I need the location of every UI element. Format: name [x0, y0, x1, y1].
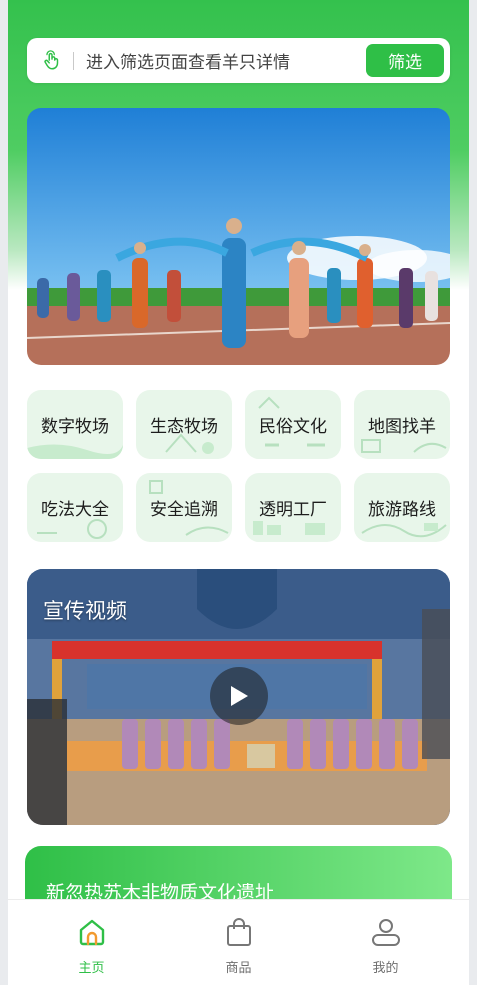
category-eco-ranch[interactable]: 生态牧场 [136, 390, 232, 459]
tab-home[interactable]: 主页 [47, 900, 137, 985]
category-label: 数字牧场 [41, 417, 109, 437]
category-label: 透明工厂 [259, 500, 327, 520]
search-placeholder[interactable]: 进入筛选页面查看羊只详情 [86, 48, 366, 73]
category-folk-culture[interactable]: 民俗文化 [245, 390, 341, 459]
category-digital-ranch[interactable]: 数字牧场 [27, 390, 123, 459]
category-traceability[interactable]: 安全追溯 [136, 473, 232, 542]
bottom-tab-bar: 主页 商品 我的 [8, 899, 469, 985]
category-recipes[interactable]: 吃法大全 [27, 473, 123, 542]
filter-button[interactable]: 筛选 [366, 44, 444, 77]
category-label: 民俗文化 [259, 417, 327, 437]
banner-illustration [27, 108, 450, 365]
shopping-bag-icon [226, 918, 251, 946]
user-icon [371, 919, 400, 946]
promo-video[interactable]: 宣传视频 [27, 569, 450, 825]
category-label: 安全追溯 [150, 500, 218, 520]
pointer-hand-icon [44, 49, 59, 70]
tab-label: 主页 [78, 961, 105, 976]
banner-image[interactable] [27, 108, 450, 365]
category-label: 生态牧场 [150, 417, 218, 437]
category-travel-route[interactable]: 旅游路线 [354, 473, 450, 542]
category-map-find-sheep[interactable]: 地图找羊 [354, 390, 450, 459]
search-divider [73, 51, 74, 70]
tab-label: 我的 [372, 961, 399, 976]
category-label: 吃法大全 [41, 500, 109, 520]
video-title: 宣传视频 [43, 599, 127, 623]
play-icon [231, 686, 248, 706]
category-grid: 数字牧场 生态牧场 民俗文化 地图找羊 吃法大全 安全追溯 透明工厂 旅游路线 [27, 390, 450, 542]
tab-me[interactable]: 我的 [341, 900, 431, 985]
app-page: 进入筛选页面查看羊只详情 筛选 数字牧场 生态牧场 民俗文化 地图找羊 吃法大全… [8, 0, 469, 985]
home-icon [79, 919, 104, 946]
category-transparent-factory[interactable]: 透明工厂 [245, 473, 341, 542]
tab-label: 商品 [225, 961, 252, 976]
search-bar[interactable]: 进入筛选页面查看羊只详情 筛选 [27, 38, 450, 83]
category-label: 地图找羊 [368, 417, 436, 437]
tab-products[interactable]: 商品 [194, 900, 284, 985]
category-label: 旅游路线 [368, 500, 436, 520]
play-button[interactable] [210, 667, 268, 725]
